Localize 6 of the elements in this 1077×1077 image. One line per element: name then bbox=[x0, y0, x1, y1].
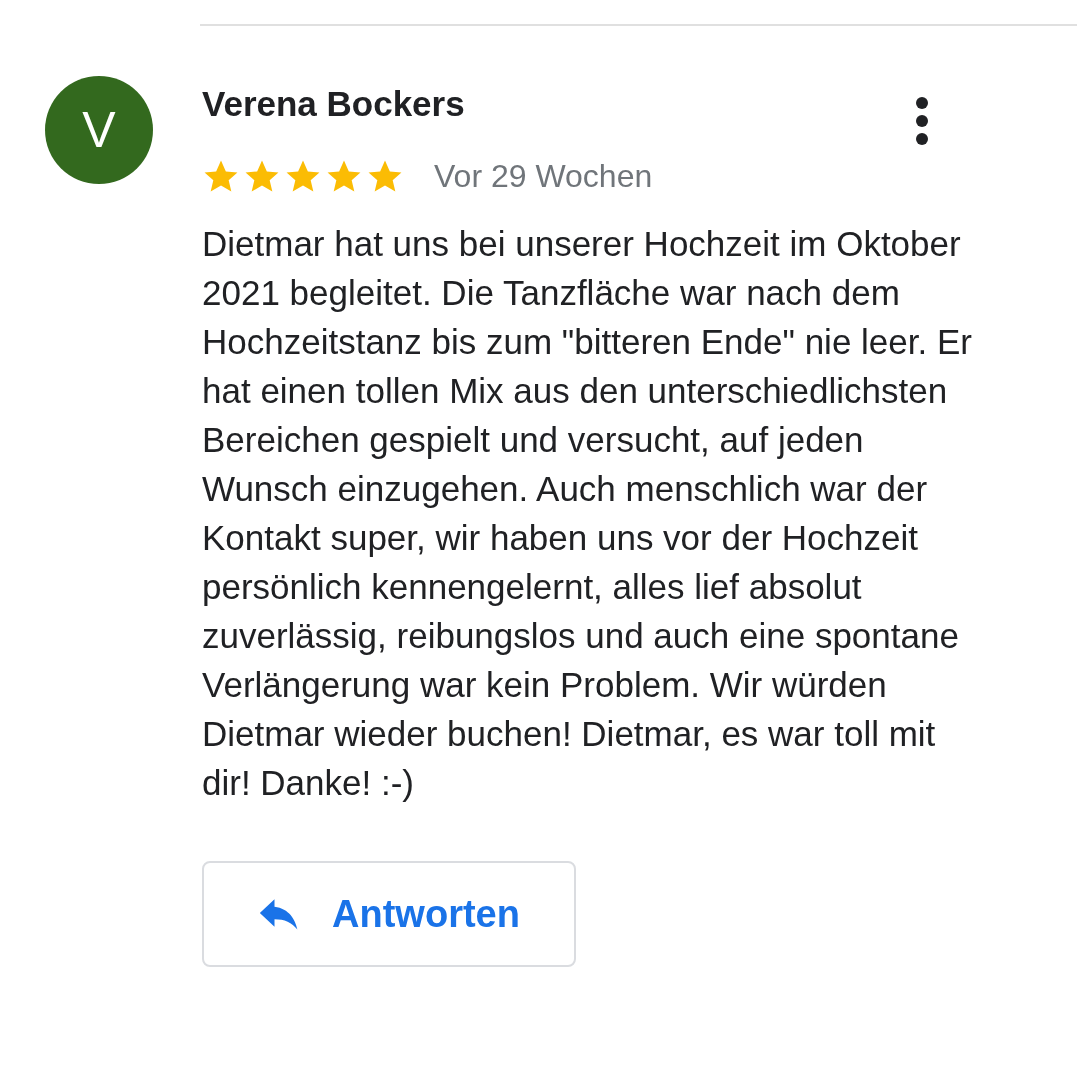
review-text: Dietmar hat uns bei unserer Hochzeit im Oktober 2021 begleitet. Die Tanzfläche war nach dem Hochzeitstanz bis zum "bitteren Ende" nie leer. Er hat einen tollen Mix aus den unterschiedlichsten Bereichen gespielt und versucht, auf jeden Wunsch einzugehen. Auch menschlich war der Kontakt super, wir haben uns vor der Hochzeit persönlich kennengelernt, alles lief absolut zuverlässig, reibungslos und auch eine spontane Verlängerung war kein Problem. Wir würden Dietmar wieder buchen! Dietmar, es war toll mit dir! Danke! :-) bbox=[202, 223, 972, 804]
more-options-icon[interactable] bbox=[914, 96, 930, 146]
reply-button[interactable]: Antworten bbox=[202, 861, 576, 967]
review-time: Vor 29 Wochen bbox=[434, 158, 653, 195]
author-name: Verena Bockers bbox=[202, 84, 465, 124]
avatar: V bbox=[45, 76, 153, 184]
